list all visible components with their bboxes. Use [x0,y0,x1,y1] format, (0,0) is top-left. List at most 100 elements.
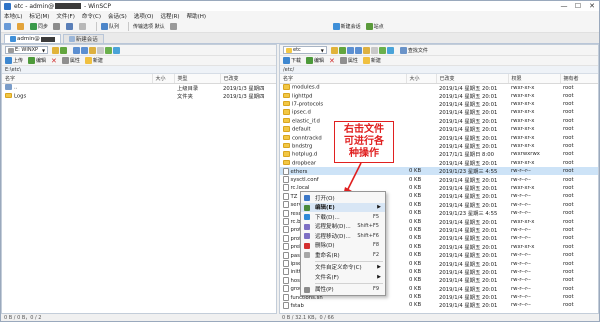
menu-mark[interactable]: 标记(M) [29,12,49,20]
remote-dir-select[interactable]: etc ▼ [283,46,327,54]
menu-local[interactable]: 本地(L) [4,12,22,20]
toolbar-icon-4[interactable] [66,22,74,30]
context-menu-item[interactable]: 文件自定义命令(C) ▶ [301,263,385,273]
menu-session[interactable]: 会话(S) [108,12,127,20]
download-button[interactable]: 下载 [283,57,301,64]
remote-properties-button[interactable]: 属性 [339,57,358,64]
local-back-forward[interactable] [73,46,121,54]
menu-item-icon [304,223,310,230]
toolbar-icon-2[interactable] [17,22,25,30]
context-menu-item[interactable]: 重命名(R) F2 [301,250,385,260]
toolbar-icon-3[interactable] [53,22,61,30]
cell-owner: root [563,151,574,158]
new-session-button[interactable]: 新建会话 [332,22,361,30]
col-name[interactable]: 名字 [280,74,407,84]
context-menu-item[interactable]: 删除(D) F8 [301,241,385,251]
col-size[interactable]: 大小 [152,74,175,84]
context-menu-item[interactable]: 远程复制(D)... Shift+F5 [301,222,385,232]
sites-button[interactable]: 站点 [365,22,384,30]
toolbar-icon-5[interactable] [79,22,87,30]
folder-icon [283,109,290,115]
table-row[interactable]: hotplug.d 2017/1/1 星期日 8:00 rwxrwxrwx root [280,150,598,159]
cell-changed: 2019/1/4 星期五 20:01 [439,236,498,243]
cell-size: 0 KB [409,184,422,191]
table-row[interactable]: fstab 0 KB 2019/1/4 星期五 20:01 rw-r--r-- root [280,301,598,309]
toolbar-icon-1[interactable] [4,22,12,30]
cell-owner: root [563,84,574,91]
table-row[interactable]: dropbear 2019/1/4 星期五 20:01 rwxr-xr-x root [280,159,598,167]
file-icon [283,260,289,267]
queue-button[interactable]: 队列 [101,22,119,30]
context-menu-item[interactable]: 编辑(E) ▶ [301,202,385,212]
menu-options[interactable]: 选项(O) [134,12,154,20]
root-dir-icon [370,46,378,54]
transfer-settings-icon[interactable] [169,22,178,30]
context-menu-item[interactable]: 远程移动(D)... Shift+F6 [301,231,385,241]
remote-edit-button[interactable]: 编辑 [306,57,324,64]
maximize-button[interactable]: ☐ [571,1,585,11]
table-row[interactable]: .. 上级目录 2019/1/3 星期四 [2,83,276,92]
remote-new-button[interactable]: 新建 [362,57,381,64]
table-row[interactable]: bndstrg 2019/1/4 星期五 20:01 rwxr-xr-x root [280,142,598,150]
local-properties-button[interactable]: 属性 [61,57,80,64]
tab-session[interactable]: admin@ [4,34,61,43]
col-type[interactable]: 类型 [174,74,221,84]
cell-owner: root [563,294,574,301]
col-owner[interactable]: 拥有者 [560,74,598,84]
col-changed[interactable]: 已改变 [220,74,276,84]
context-menu-item[interactable]: 文件名(F) ▶ [301,272,385,282]
sync-button[interactable]: 同步 [30,22,48,30]
cell-perm: rw-r--r-- [511,294,531,301]
cell-owner: root [563,302,574,309]
file-icon [283,167,289,175]
cell-changed: 2019/1/4 星期五 20:01 [439,278,498,285]
upload-button[interactable]: 上传 [5,57,23,64]
context-menu-item[interactable]: 下载(D)... F5 [301,212,385,222]
local-new-button[interactable]: 新建 [84,57,103,64]
cell-changed: 2017/1/1 星期日 8:00 [439,152,494,159]
local-drive-select[interactable]: E: WINXP ▼ [5,46,49,54]
transfer-options[interactable]: 传输选项 默认 [133,23,165,30]
table-row[interactable]: conntrackd 2019/1/4 星期五 20:01 rwxr-xr-x roo… [280,133,598,142]
local-path[interactable]: E:\etc\ [2,66,276,74]
find-files-button[interactable]: 查找文件 [399,46,428,54]
cell-size [406,92,436,100]
context-menu-item[interactable]: 属性(P) F9 [301,285,385,295]
file-icon [283,192,289,200]
close-button[interactable]: ✕ [585,1,599,11]
table-row[interactable]: elastic_if.d 2019/1/4 星期五 20:01 rwxr-xr-x r… [280,117,598,125]
tab-new-session[interactable]: 新建会话 [62,34,104,43]
remote-path[interactable]: /etc/ [280,66,598,74]
menu-files[interactable]: 文件(F) [56,12,74,20]
table-row[interactable]: Logs 文件夹 2019/1/3 星期四 [2,92,276,100]
cell-size: 0 KB [409,285,422,292]
col-name[interactable]: 名字 [2,74,153,84]
col-permissions[interactable]: 权限 [508,74,561,84]
local-delete-button[interactable]: ✕ [51,57,57,65]
file-icon [283,234,289,242]
table-row[interactable]: l7-protocols 2019/1/4 星期五 20:01 rwxr-xr-x r… [280,100,598,108]
edit-icon [28,57,36,64]
menu-item-label: 文件名(F) [315,274,339,281]
table-row[interactable]: default 2019/1/4 星期五 20:01 rwxr-xr-x root [280,125,598,133]
col-changed[interactable]: 已改变 [436,74,509,84]
menu-help[interactable]: 帮助(H) [187,12,206,20]
context-menu-item[interactable]: 打开(O) [301,193,385,203]
cell-changed: 2019/1/4 星期五 20:01 [439,85,498,92]
local-nav-icons[interactable] [52,46,68,54]
table-row[interactable]: ipsec.d 2019/1/4 星期五 20:01 rwxr-xr-x root [280,108,598,116]
table-row[interactable]: ethers 0 KB 2019/1/23 星期三 4:55 rw-r--r-- roo… [280,167,598,176]
minimize-button[interactable]: — [557,1,571,11]
menu-remote[interactable]: 远程(R) [160,12,179,20]
cell-changed: 2019/1/4 星期五 20:01 [439,269,498,276]
col-size[interactable]: 大小 [406,74,437,84]
remote-delete-button[interactable]: ✕ [329,57,335,65]
menu-commands[interactable]: 命令(C) [82,12,101,20]
local-edit-button[interactable]: 编辑 [28,57,46,64]
home-icon [378,46,386,54]
table-row[interactable]: lighttpd 2019/1/4 星期五 20:01 rwxr-xr-x root [280,92,598,100]
table-row[interactable]: modules.d 2019/1/4 星期五 20:01 rwxr-xr-x root [280,83,598,92]
remote-nav-icons[interactable] [330,46,395,54]
cell-changed: 2019/1/4 星期五 20:01 [439,118,498,125]
table-row[interactable]: sysctl.conf 0 KB 2019/1/4 星期五 20:01 rw-r--r… [280,175,598,184]
